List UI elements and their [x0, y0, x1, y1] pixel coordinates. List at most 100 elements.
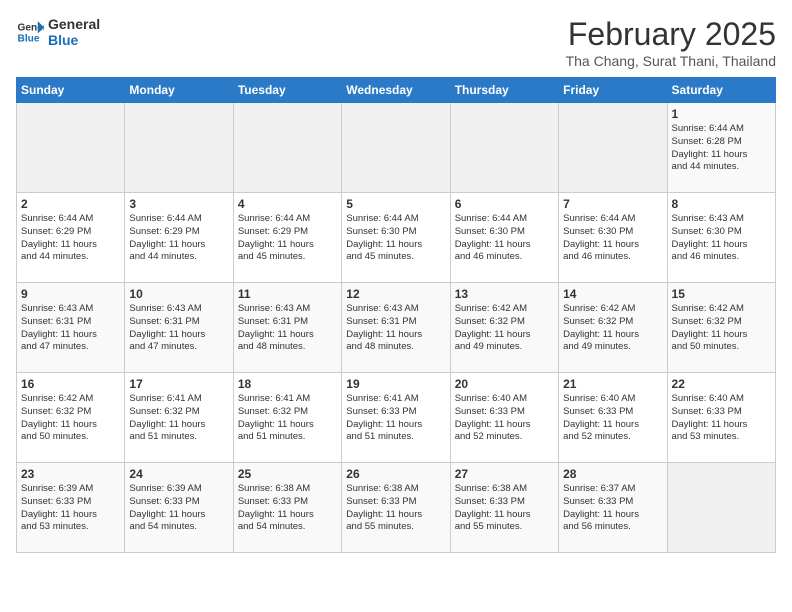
- calendar-cell: 26 Sunrise: 6:38 AM Sunset: 6:33 PM Dayli…: [342, 463, 450, 553]
- calendar-cell: 24 Sunrise: 6:39 AM Sunset: 6:33 PM Dayli…: [125, 463, 233, 553]
- day-number: 21: [563, 377, 662, 391]
- day-info: Sunrise: 6:40 AM Sunset: 6:33 PM Dayligh…: [563, 393, 662, 444]
- calendar-cell: [125, 103, 233, 193]
- day-number: 26: [346, 467, 445, 481]
- day-info: Sunrise: 6:44 AM Sunset: 6:30 PM Dayligh…: [455, 213, 554, 264]
- day-number: 4: [238, 197, 337, 211]
- weekday-header-wednesday: Wednesday: [342, 78, 450, 103]
- weekday-header-tuesday: Tuesday: [233, 78, 341, 103]
- calendar-cell: 6 Sunrise: 6:44 AM Sunset: 6:30 PM Daylig…: [450, 193, 558, 283]
- day-info: Sunrise: 6:43 AM Sunset: 6:30 PM Dayligh…: [672, 213, 771, 264]
- day-info: Sunrise: 6:42 AM Sunset: 6:32 PM Dayligh…: [563, 303, 662, 354]
- day-info: Sunrise: 6:44 AM Sunset: 6:29 PM Dayligh…: [238, 213, 337, 264]
- day-number: 13: [455, 287, 554, 301]
- calendar-header: SundayMondayTuesdayWednesdayThursdayFrid…: [17, 78, 776, 103]
- day-number: 28: [563, 467, 662, 481]
- day-info: Sunrise: 6:40 AM Sunset: 6:33 PM Dayligh…: [672, 393, 771, 444]
- weekday-header-saturday: Saturday: [667, 78, 775, 103]
- day-info: Sunrise: 6:44 AM Sunset: 6:30 PM Dayligh…: [346, 213, 445, 264]
- day-info: Sunrise: 6:42 AM Sunset: 6:32 PM Dayligh…: [672, 303, 771, 354]
- calendar-cell: 9 Sunrise: 6:43 AM Sunset: 6:31 PM Daylig…: [17, 283, 125, 373]
- day-info: Sunrise: 6:39 AM Sunset: 6:33 PM Dayligh…: [129, 483, 228, 534]
- day-info: Sunrise: 6:42 AM Sunset: 6:32 PM Dayligh…: [21, 393, 120, 444]
- calendar-cell: 12 Sunrise: 6:43 AM Sunset: 6:31 PM Dayli…: [342, 283, 450, 373]
- day-info: Sunrise: 6:41 AM Sunset: 6:33 PM Dayligh…: [346, 393, 445, 444]
- day-number: 19: [346, 377, 445, 391]
- calendar-cell: 17 Sunrise: 6:41 AM Sunset: 6:32 PM Dayli…: [125, 373, 233, 463]
- day-number: 6: [455, 197, 554, 211]
- calendar-cell: 23 Sunrise: 6:39 AM Sunset: 6:33 PM Dayli…: [17, 463, 125, 553]
- title-block: February 2025 Tha Chang, Surat Thani, Th…: [566, 16, 776, 69]
- day-number: 18: [238, 377, 337, 391]
- svg-text:Blue: Blue: [18, 33, 40, 44]
- day-number: 23: [21, 467, 120, 481]
- calendar-cell: 7Sunrise: 6:44 AM Sunset: 6:30 PM Daylig…: [559, 193, 667, 283]
- day-info: Sunrise: 6:44 AM Sunset: 6:29 PM Dayligh…: [21, 213, 120, 264]
- day-info: Sunrise: 6:43 AM Sunset: 6:31 PM Dayligh…: [346, 303, 445, 354]
- calendar-cell: 28 Sunrise: 6:37 AM Sunset: 6:33 PM Dayli…: [559, 463, 667, 553]
- day-number: 24: [129, 467, 228, 481]
- day-number: 12: [346, 287, 445, 301]
- day-number: 14: [563, 287, 662, 301]
- day-number: 22: [672, 377, 771, 391]
- weekday-header-monday: Monday: [125, 78, 233, 103]
- day-info: Sunrise: 6:39 AM Sunset: 6:33 PM Dayligh…: [21, 483, 120, 534]
- day-info: Sunrise: 6:43 AM Sunset: 6:31 PM Dayligh…: [21, 303, 120, 354]
- day-number: 11: [238, 287, 337, 301]
- calendar-table: SundayMondayTuesdayWednesdayThursdayFrid…: [16, 77, 776, 553]
- weekday-header-sunday: Sunday: [17, 78, 125, 103]
- day-info: Sunrise: 6:38 AM Sunset: 6:33 PM Dayligh…: [346, 483, 445, 534]
- calendar-cell: 19 Sunrise: 6:41 AM Sunset: 6:33 PM Dayli…: [342, 373, 450, 463]
- calendar-cell: 2 Sunrise: 6:44 AM Sunset: 6:29 PM Daylig…: [17, 193, 125, 283]
- day-number: 20: [455, 377, 554, 391]
- day-number: 27: [455, 467, 554, 481]
- calendar-cell: [559, 103, 667, 193]
- calendar-cell: [450, 103, 558, 193]
- day-number: 9: [21, 287, 120, 301]
- calendar-cell: 1 Sunrise: 6:44 AM Sunset: 6:28 PM Daylig…: [667, 103, 775, 193]
- calendar-cell: 16 Sunrise: 6:42 AM Sunset: 6:32 PM Dayli…: [17, 373, 125, 463]
- weekday-header-friday: Friday: [559, 78, 667, 103]
- logo-line2: Blue: [48, 32, 100, 48]
- day-info: Sunrise: 6:38 AM Sunset: 6:33 PM Dayligh…: [238, 483, 337, 534]
- day-info: Sunrise: 6:38 AM Sunset: 6:33 PM Dayligh…: [455, 483, 554, 534]
- calendar-cell: 25Sunrise: 6:38 AM Sunset: 6:33 PM Dayli…: [233, 463, 341, 553]
- day-number: 16: [21, 377, 120, 391]
- logo-icon: General Blue: [16, 18, 44, 46]
- day-info: Sunrise: 6:44 AM Sunset: 6:29 PM Dayligh…: [129, 213, 228, 264]
- calendar-cell: 14 Sunrise: 6:42 AM Sunset: 6:32 PM Dayli…: [559, 283, 667, 373]
- day-number: 17: [129, 377, 228, 391]
- day-info: Sunrise: 6:44 AM Sunset: 6:30 PM Dayligh…: [563, 213, 662, 264]
- weekday-header-thursday: Thursday: [450, 78, 558, 103]
- calendar-cell: 13 Sunrise: 6:42 AM Sunset: 6:32 PM Dayli…: [450, 283, 558, 373]
- day-number: 3: [129, 197, 228, 211]
- calendar-cell: 10Sunrise: 6:43 AM Sunset: 6:31 PM Dayli…: [125, 283, 233, 373]
- day-info: Sunrise: 6:43 AM Sunset: 6:31 PM Dayligh…: [238, 303, 337, 354]
- day-number: 5: [346, 197, 445, 211]
- calendar-cell: [17, 103, 125, 193]
- day-info: Sunrise: 6:44 AM Sunset: 6:28 PM Dayligh…: [672, 123, 771, 174]
- calendar-cell: 27 Sunrise: 6:38 AM Sunset: 6:33 PM Dayli…: [450, 463, 558, 553]
- day-info: Sunrise: 6:42 AM Sunset: 6:32 PM Dayligh…: [455, 303, 554, 354]
- day-number: 8: [672, 197, 771, 211]
- page-header: General Blue General Blue February 2025 …: [16, 16, 776, 69]
- calendar-cell: 20Sunrise: 6:40 AM Sunset: 6:33 PM Dayli…: [450, 373, 558, 463]
- calendar-cell: 15 Sunrise: 6:42 AM Sunset: 6:32 PM Dayli…: [667, 283, 775, 373]
- calendar-cell: 21 Sunrise: 6:40 AM Sunset: 6:33 PM Dayli…: [559, 373, 667, 463]
- day-info: Sunrise: 6:41 AM Sunset: 6:32 PM Dayligh…: [129, 393, 228, 444]
- logo: General Blue General Blue: [16, 16, 100, 48]
- day-info: Sunrise: 6:41 AM Sunset: 6:32 PM Dayligh…: [238, 393, 337, 444]
- day-info: Sunrise: 6:37 AM Sunset: 6:33 PM Dayligh…: [563, 483, 662, 534]
- day-number: 15: [672, 287, 771, 301]
- month-title: February 2025: [566, 16, 776, 53]
- calendar-cell: [233, 103, 341, 193]
- calendar-cell: 8 Sunrise: 6:43 AM Sunset: 6:30 PM Daylig…: [667, 193, 775, 283]
- calendar-cell: 5 Sunrise: 6:44 AM Sunset: 6:30 PM Daylig…: [342, 193, 450, 283]
- calendar-cell: [667, 463, 775, 553]
- calendar-cell: 18 Sunrise: 6:41 AM Sunset: 6:32 PM Dayli…: [233, 373, 341, 463]
- day-number: 10: [129, 287, 228, 301]
- day-number: 2: [21, 197, 120, 211]
- calendar-cell: 22 Sunrise: 6:40 AM Sunset: 6:33 PM Dayli…: [667, 373, 775, 463]
- day-number: 1: [672, 107, 771, 121]
- calendar-cell: [342, 103, 450, 193]
